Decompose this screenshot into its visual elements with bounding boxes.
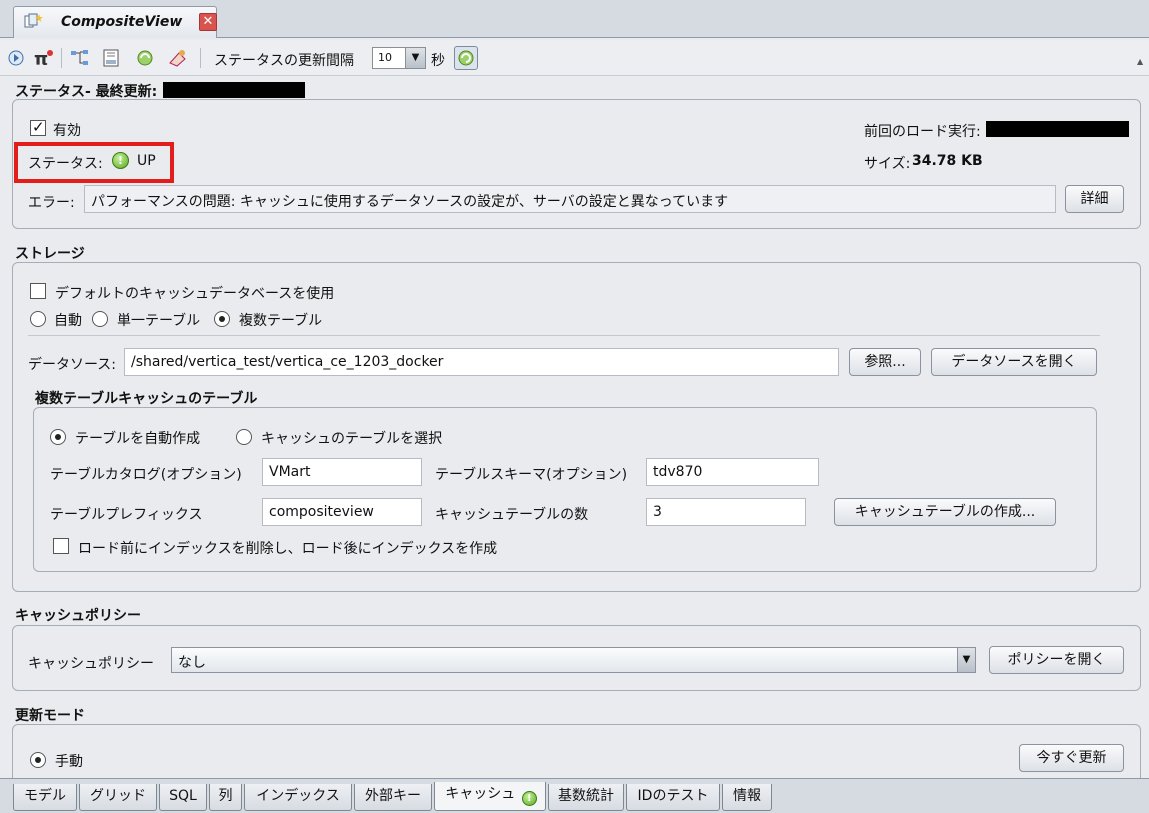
select-tables-radio[interactable]	[236, 429, 252, 445]
mode-single-table-radio[interactable]	[92, 311, 108, 327]
last-load-label: 前回のロード実行:	[864, 124, 981, 140]
redacted-timestamp	[163, 82, 305, 98]
print-icon[interactable]	[100, 46, 124, 70]
status-label: ステータス:	[28, 156, 103, 172]
details-button[interactable]: 詳細	[1065, 185, 1124, 213]
browse-button[interactable]: 参照...	[849, 348, 921, 376]
drop-index-label: ロード前にインデックスを削除し、ロード後にインデックスを作成	[78, 541, 498, 557]
clear-cache-icon[interactable]	[166, 46, 190, 70]
tab-foreign-keys[interactable]: 外部キー	[354, 784, 432, 811]
schema-field[interactable]: tdv870	[646, 458, 819, 486]
status-heading: ステータス- 最終更新:	[15, 84, 158, 100]
datasource-label: データソース:	[28, 357, 117, 373]
tab-grid[interactable]: グリッド	[79, 784, 157, 811]
error-label: エラー:	[28, 195, 75, 211]
auto-refresh-toggle[interactable]	[454, 46, 478, 70]
schema-label: テーブルスキーマ(オプション)	[435, 467, 628, 483]
enabled-label: 有効	[53, 123, 81, 139]
cache-policy-value: なし	[178, 655, 206, 671]
create-cache-tables-button[interactable]: キャッシュテーブルの作成...	[834, 498, 1056, 526]
refresh-mode-heading: 更新モード	[15, 708, 85, 724]
composite-view-icon	[24, 13, 44, 31]
count-field[interactable]: 3	[646, 498, 806, 526]
dependency-icon[interactable]	[68, 46, 92, 70]
manual-label: 手動	[55, 754, 83, 770]
catalog-label: テーブルカタログ(オプション)	[50, 467, 242, 483]
open-policy-button[interactable]: ポリシーを開く	[989, 646, 1124, 674]
tab-info[interactable]: 情報	[722, 784, 772, 811]
tab-cache-label: キャッシュ	[445, 786, 516, 802]
scroll-up-icon[interactable]: ▲	[1137, 57, 1143, 66]
refresh-interval-label: ステータスの更新間隔	[214, 53, 354, 69]
auto-create-label: テーブルを自動作成	[75, 431, 201, 447]
prefix-field[interactable]: compositeview	[262, 498, 422, 526]
enabled-checkbox[interactable]	[30, 118, 46, 136]
use-default-db-checkbox[interactable]	[30, 283, 46, 299]
refresh-interval-select[interactable]: 10 ▼	[372, 47, 426, 69]
run-icon[interactable]	[4, 46, 28, 70]
mode-single-table-label: 単一テーブル	[117, 313, 201, 329]
tab-sql[interactable]: SQL	[159, 784, 207, 811]
refresh-cache-icon[interactable]	[134, 46, 158, 70]
storage-heading: ストレージ	[15, 246, 85, 262]
tab-indexes[interactable]: インデックス	[244, 784, 352, 811]
editor-tab-title: CompositeView	[61, 14, 183, 30]
select-tables-label: キャッシュのテーブルを選択	[261, 431, 443, 447]
auto-create-radio[interactable]	[50, 429, 66, 445]
editor-tab-compositeview[interactable]: CompositeView ✕	[13, 6, 217, 38]
status-up-icon: !	[112, 152, 129, 169]
open-datasource-button[interactable]: データソースを開く	[931, 348, 1097, 376]
cache-policy-label: キャッシュポリシー	[28, 656, 154, 672]
redacted-last-load	[986, 121, 1129, 137]
toolbar-separator	[200, 48, 201, 68]
count-label: キャッシュテーブルの数	[435, 507, 589, 523]
status-value: UP	[137, 153, 156, 169]
use-default-db-label: デフォルトのキャッシュデータベースを使用	[55, 286, 335, 302]
chevron-down-icon[interactable]: ▼	[405, 48, 425, 68]
mode-auto-radio[interactable]	[30, 311, 46, 327]
tab-cardinality-stats[interactable]: 基数統計	[548, 784, 624, 811]
refresh-now-button[interactable]: 今すぐ更新	[1019, 744, 1124, 772]
tab-columns[interactable]: 列	[209, 784, 242, 811]
tab-model[interactable]: モデル	[13, 784, 77, 811]
manual-radio[interactable]	[30, 752, 46, 768]
chevron-down-icon[interactable]: ▼	[957, 648, 975, 672]
seconds-label: 秒	[431, 53, 445, 69]
multi-table-heading: 複数テーブルキャッシュのテーブル	[35, 391, 258, 407]
cache-policy-heading: キャッシュポリシー	[15, 608, 141, 624]
catalog-field[interactable]: VMart	[262, 458, 422, 486]
mode-multi-table-radio[interactable]	[214, 311, 230, 327]
refresh-interval-value: 10	[378, 51, 392, 64]
error-message-field[interactable]: パフォーマンスの問題: キャッシュに使用するデータソースの設定が、サーバの設定と…	[84, 185, 1056, 213]
execution-plan-icon[interactable]: π	[32, 46, 56, 70]
cache-policy-select[interactable]: なし ▼	[171, 647, 976, 673]
tab-cache[interactable]: キャッシュ !	[434, 782, 546, 811]
datasource-field[interactable]: /shared/vertica_test/vertica_ce_1203_doc…	[124, 348, 839, 376]
tab-id-test[interactable]: IDのテスト	[626, 784, 720, 811]
toolbar-separator	[61, 48, 62, 68]
close-icon[interactable]: ✕	[199, 13, 217, 31]
prefix-label: テーブルプレフィックス	[50, 507, 203, 523]
drop-index-checkbox[interactable]	[53, 538, 69, 554]
mode-multi-table-label: 複数テーブル	[239, 313, 323, 329]
cache-status-icon: !	[521, 791, 537, 806]
svg-text:π: π	[34, 49, 48, 68]
storage-divider	[28, 335, 1100, 336]
size-label: サイズ:	[864, 156, 911, 172]
size-value: 34.78 KB	[912, 153, 983, 169]
mode-auto-label: 自動	[54, 313, 82, 329]
